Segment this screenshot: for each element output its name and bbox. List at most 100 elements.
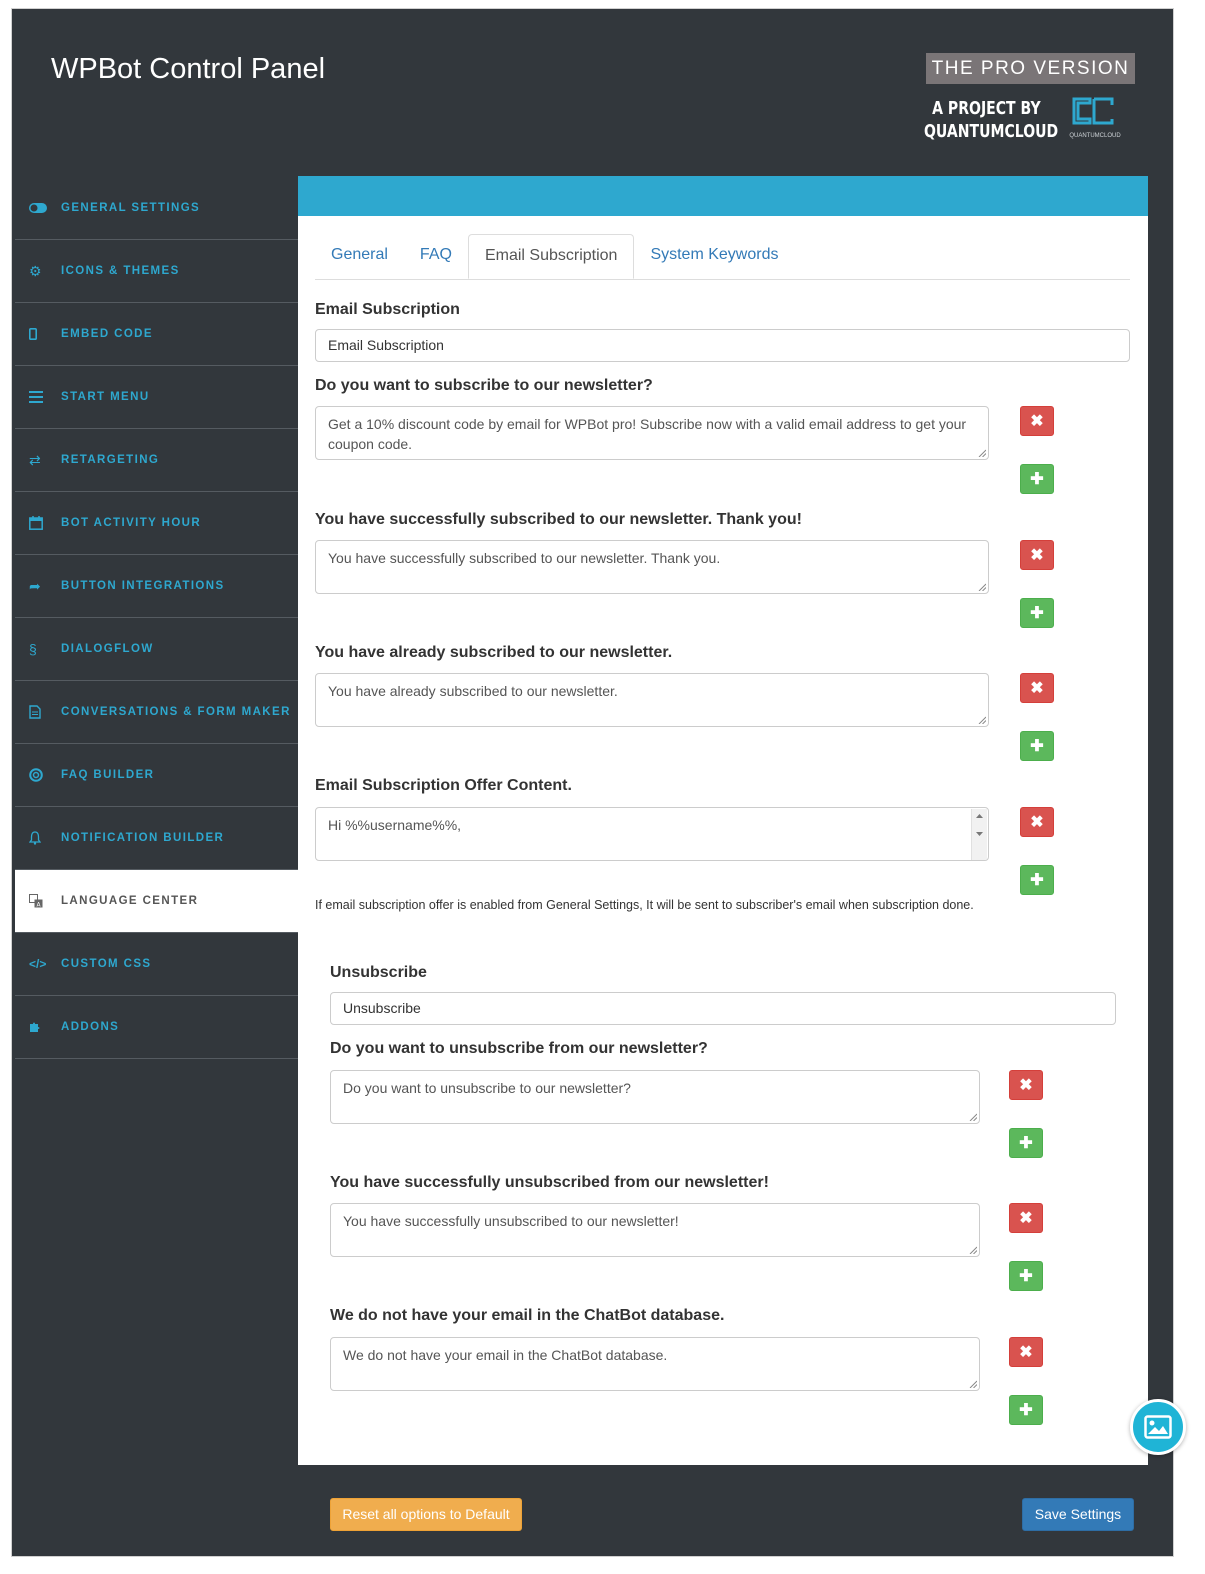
image-icon <box>1144 1415 1172 1439</box>
offer-content-label: Email Subscription Offer Content. <box>315 777 572 794</box>
sidebar-item-bot-activity-hour[interactable]: BOT ACTIVITY HOUR <box>15 492 299 555</box>
sidebar-item-button-integrations[interactable]: ➦ BUTTON INTEGRATIONS <box>15 555 299 618</box>
sidebar-item-label: ADDONS <box>61 1021 120 1033</box>
bell-icon <box>29 830 51 846</box>
retweet-icon: ⇄ <box>29 451 41 468</box>
close-icon: ✖ <box>1019 1344 1033 1361</box>
sidebar-item-faq-builder[interactable]: FAQ BUILDER <box>15 744 299 807</box>
project-by-text: A PROJECT BY QUANTUMCLOUD <box>924 97 1059 143</box>
sidebar-item-label: CUSTOM CSS <box>61 958 152 970</box>
unsubscribed-success-textarea[interactable]: You have successfully unsubscribed to ou… <box>330 1203 980 1257</box>
sidebar-item-notification-builder[interactable]: NOTIFICATION BUILDER <box>15 807 299 870</box>
app-title: WPBot Control Panel <box>51 53 326 85</box>
pro-version-badge[interactable]: THE PRO VERSION <box>926 53 1135 84</box>
add-email-not-found-button[interactable]: ✚ <box>1009 1395 1043 1425</box>
main-content: General FAQ Email Subscription System Ke… <box>298 176 1148 1465</box>
tab-email-subscription[interactable]: Email Subscription <box>467 234 635 279</box>
unsubscribed-success-text: You have successfully unsubscribed to ou… <box>343 1213 679 1229</box>
delete-subscribed-success-button[interactable]: ✖ <box>1020 540 1054 570</box>
add-subscribed-success-button[interactable]: ✚ <box>1020 598 1054 628</box>
resize-grip-icon[interactable] <box>969 1380 977 1388</box>
already-subscribed-text: You have already subscribed to our newsl… <box>328 683 618 699</box>
add-already-subscribed-button[interactable]: ✚ <box>1020 731 1054 761</box>
tab-bar: General FAQ Email Subscription System Ke… <box>315 234 1130 280</box>
floating-image-button[interactable] <box>1130 1399 1186 1455</box>
close-icon: ✖ <box>1019 1077 1033 1094</box>
sidebar-item-addons[interactable]: ADDONS <box>15 996 299 1059</box>
tab-system-keywords[interactable]: System Keywords <box>634 234 794 278</box>
sidebar-item-label: EMBED CODE <box>61 328 153 340</box>
sidebar-item-retargeting[interactable]: ⇄ RETARGETING <box>15 429 299 492</box>
email-not-found-label: We do not have your email in the ChatBot… <box>330 1307 725 1324</box>
plus-icon: ✚ <box>1019 1268 1033 1285</box>
plus-icon: ✚ <box>1030 872 1044 889</box>
email-subscription-title-input[interactable]: Email Subscription <box>315 329 1130 362</box>
unsubscribe-question-text: Do you want to unsubscribe to our newsle… <box>343 1080 631 1096</box>
delete-email-not-found-button[interactable]: ✖ <box>1009 1337 1043 1367</box>
sidebar-item-label: NOTIFICATION BUILDER <box>61 832 225 844</box>
subscribe-question-textarea[interactable]: Get a 10% discount code by email for WPB… <box>315 406 989 460</box>
sidebar-item-conversations-form-maker[interactable]: CONVERSATIONS & FORM MAKER <box>15 681 299 744</box>
mobile-icon <box>29 326 51 342</box>
delete-unsubscribed-success-button[interactable]: ✖ <box>1009 1203 1043 1233</box>
fingerprint-icon: § <box>29 641 37 657</box>
sidebar: GENERAL SETTINGS ⚙ ICONS & THEMES EMBED … <box>15 177 299 1059</box>
logo-small-text: QUANTUMCLOUD <box>1069 133 1121 139</box>
resize-grip-icon[interactable] <box>978 449 986 457</box>
unsubscribe-question-label: Do you want to unsubscribe from our news… <box>330 1040 708 1057</box>
sidebar-item-embed-code[interactable]: EMBED CODE <box>15 303 299 366</box>
tab-general[interactable]: General <box>315 234 404 278</box>
email-not-found-textarea[interactable]: We do not have your email in the ChatBot… <box>330 1337 980 1391</box>
subscribed-success-textarea[interactable]: You have successfully subscribed to our … <box>315 540 989 594</box>
sidebar-item-label: ICONS & THEMES <box>61 265 180 277</box>
already-subscribed-textarea[interactable]: You have already subscribed to our newsl… <box>315 673 989 727</box>
sidebar-item-label: CONVERSATIONS & FORM MAKER <box>61 706 291 718</box>
offer-content-textarea[interactable]: Hi %%username%%, <box>315 807 989 861</box>
sidebar-item-language-center[interactable]: A LANGUAGE CENTER <box>15 870 299 933</box>
already-subscribed-label: You have already subscribed to our newsl… <box>315 644 673 661</box>
close-icon: ✖ <box>1030 680 1044 697</box>
textarea-scrollbar[interactable] <box>971 809 987 860</box>
add-subscribe-question-button[interactable]: ✚ <box>1020 464 1054 494</box>
subscribe-question-text: Get a 10% discount code by email for WPB… <box>328 416 967 452</box>
subscribed-success-label: You have successfully subscribed to our … <box>315 511 802 528</box>
sidebar-item-icons-themes[interactable]: ⚙ ICONS & THEMES <box>15 240 299 303</box>
delete-subscribe-question-button[interactable]: ✖ <box>1020 406 1054 436</box>
quantumcloud-logo: QUANTUMCLOUD <box>1060 93 1130 145</box>
sidebar-item-general-settings[interactable]: GENERAL SETTINGS <box>15 177 299 240</box>
language-icon: A <box>29 893 51 909</box>
menu-icon <box>29 389 51 405</box>
lifebuoy-icon <box>29 767 51 783</box>
resize-grip-icon[interactable] <box>978 716 986 724</box>
delete-offer-content-button[interactable]: ✖ <box>1020 807 1054 837</box>
add-unsubscribed-success-button[interactable]: ✚ <box>1009 1261 1043 1291</box>
plus-icon: ✚ <box>1030 471 1044 488</box>
tab-faq[interactable]: FAQ <box>404 234 468 278</box>
sidebar-item-start-menu[interactable]: START MENU <box>15 366 299 429</box>
reset-defaults-button[interactable]: Reset all options to Default <box>330 1498 522 1531</box>
resize-grip-icon[interactable] <box>978 583 986 591</box>
project-by-line2: QUANTUMCLOUD <box>924 121 1059 142</box>
sidebar-item-label: FAQ BUILDER <box>61 769 155 781</box>
delete-unsubscribe-question-button[interactable]: ✖ <box>1009 1070 1043 1100</box>
toggle-icon <box>29 200 51 216</box>
email-not-found-text: We do not have your email in the ChatBot… <box>343 1347 668 1363</box>
content-top-bar <box>298 176 1148 216</box>
add-offer-content-button[interactable]: ✚ <box>1020 865 1054 895</box>
unsubscribe-label: Unsubscribe <box>330 964 427 981</box>
quantumcloud-logo-icon <box>1072 97 1114 125</box>
sidebar-item-dialogflow[interactable]: § DIALOGFLOW <box>15 618 299 681</box>
add-unsubscribe-question-button[interactable]: ✚ <box>1009 1128 1043 1158</box>
subscribe-question-label: Do you want to subscribe to our newslett… <box>315 377 653 394</box>
unsubscribe-question-textarea[interactable]: Do you want to unsubscribe to our newsle… <box>330 1070 980 1124</box>
resize-grip-icon[interactable] <box>969 1246 977 1254</box>
sidebar-item-custom-css[interactable]: </> CUSTOM CSS <box>15 933 299 996</box>
puzzle-icon <box>29 1019 51 1035</box>
resize-grip-icon[interactable] <box>969 1113 977 1121</box>
save-settings-button[interactable]: Save Settings <box>1022 1498 1134 1531</box>
unsubscribed-success-label: You have successfully unsubscribed from … <box>330 1174 769 1191</box>
unsubscribe-title-input[interactable]: Unsubscribe <box>330 992 1116 1025</box>
sidebar-item-label: LANGUAGE CENTER <box>61 895 199 907</box>
delete-already-subscribed-button[interactable]: ✖ <box>1020 673 1054 703</box>
plus-icon: ✚ <box>1030 738 1044 755</box>
